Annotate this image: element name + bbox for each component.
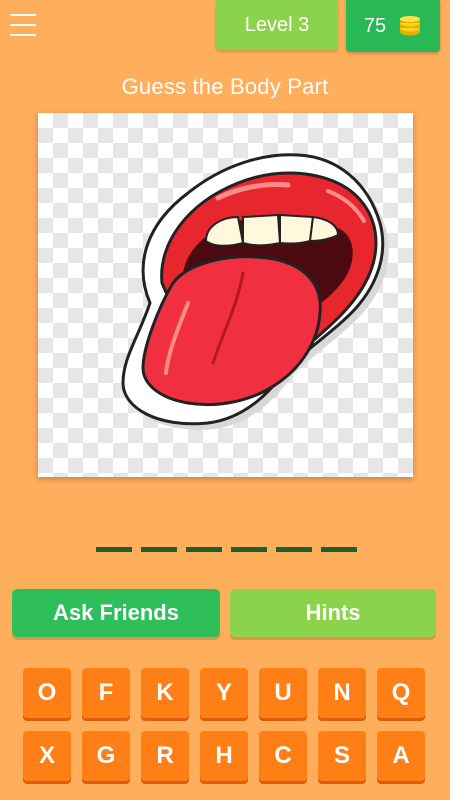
letter-key[interactable]: F	[82, 668, 130, 718]
menu-line	[10, 14, 36, 16]
hints-button[interactable]: Hints	[230, 589, 436, 637]
ask-friends-button[interactable]: Ask Friends	[12, 589, 220, 637]
menu-line	[10, 24, 36, 26]
letter-key[interactable]: N	[318, 668, 366, 718]
letter-key[interactable]: G	[82, 731, 130, 781]
letter-key[interactable]: U	[259, 668, 307, 718]
letter-key[interactable]: S	[318, 731, 366, 781]
question-text: Guess the Body Part	[121, 74, 329, 99]
menu-line	[10, 34, 36, 36]
answer-slot[interactable]	[321, 547, 357, 552]
coins-count: 75	[363, 14, 387, 37]
answer-slot[interactable]	[96, 547, 132, 552]
letter-key[interactable]: Q	[377, 668, 425, 718]
coin-stack-icon	[400, 16, 421, 36]
letter-keyboard: O F K Y U N Q X G R H C S A	[23, 668, 429, 781]
letter-key[interactable]: Y	[200, 668, 248, 718]
letter-key[interactable]: C	[259, 731, 307, 781]
level-label: Level 3	[244, 13, 310, 36]
answer-slot[interactable]	[141, 547, 177, 552]
letter-key[interactable]: K	[141, 668, 189, 718]
answer-slot[interactable]	[276, 547, 312, 552]
answer-slot[interactable]	[186, 547, 222, 552]
letter-key[interactable]: R	[141, 731, 189, 781]
letter-key[interactable]: H	[200, 731, 248, 781]
mouth-tongue-icon	[121, 153, 389, 430]
letter-key[interactable]: X	[23, 731, 71, 781]
level-badge: Level 3	[216, 0, 338, 50]
letter-key[interactable]: A	[377, 731, 425, 781]
menu-icon[interactable]	[10, 14, 36, 36]
letter-key[interactable]: O	[23, 668, 71, 718]
coins-badge[interactable]: 75	[346, 0, 440, 52]
answer-slots	[96, 547, 357, 552]
answer-slot[interactable]	[231, 547, 267, 552]
puzzle-image	[38, 113, 413, 477]
